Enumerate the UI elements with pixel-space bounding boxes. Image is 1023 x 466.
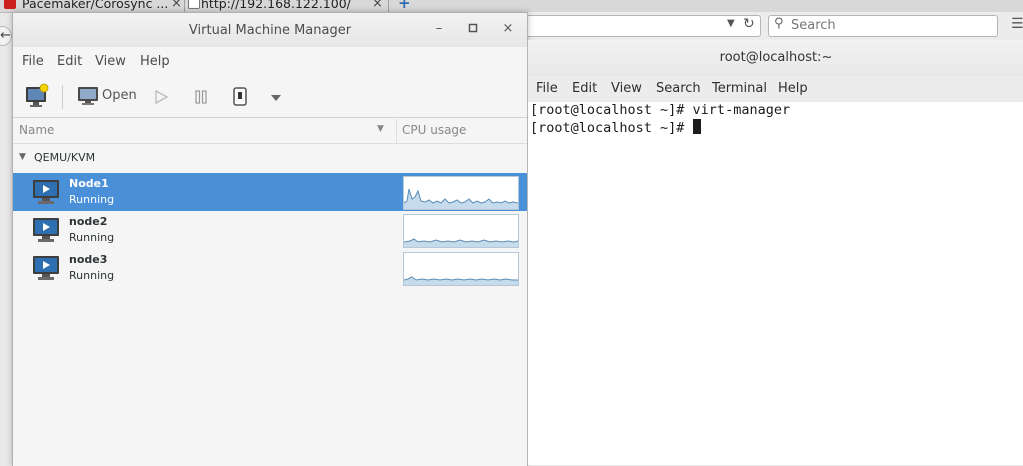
vmm-titlebar[interactable]: Virtual Machine Manager – × [13,13,527,47]
menu-file[interactable]: File [22,54,44,69]
search-placeholder: Search [791,18,836,33]
new-vm-button[interactable] [24,83,50,111]
menu-edit[interactable]: Edit [57,54,82,69]
vm-monitor-icon [33,218,59,242]
column-header-name[interactable]: Name [19,123,54,137]
terminal-menu-search[interactable]: Search [656,81,701,96]
tab-separator [388,0,389,12]
vm-row-node1[interactable]: Node1 Running [13,173,527,211]
browser-toolbar: ▼ ↻ ⚲ Search ☰ [527,12,1023,41]
menu-view[interactable]: View [95,54,126,69]
terminal-output[interactable]: [root@localhost ~]# virt-manager [root@l… [528,102,1023,465]
vmm-window: Virtual Machine Manager – × File Edit Vi… [12,12,528,466]
terminal-menu-help[interactable]: Help [778,81,808,96]
terminal-titlebar[interactable]: root@localhost:~ [528,40,1023,76]
new-vm-icon [26,83,49,107]
terminal-cursor [692,119,701,134]
vm-row-node2[interactable]: node2 Running [13,211,527,249]
chevron-down-icon [271,95,281,101]
open-button[interactable]: Open [75,83,141,111]
tab-favicon-icon [4,0,16,9]
vm-name: node2 [69,215,108,228]
cpu-usage-graph [403,214,519,248]
vm-monitor-icon [33,256,59,280]
vm-monitor-icon [33,180,59,204]
vm-list-header: Name ▼ CPU usage [13,119,527,144]
open-label: Open [102,88,137,103]
expander-triangle-icon[interactable]: ▼ [19,152,26,162]
terminal-window: root@localhost:~ File Edit View Search T… [527,40,1023,465]
run-button[interactable] [153,83,173,111]
new-tab-plus-icon[interactable]: + [398,0,412,11]
pause-button[interactable] [193,83,213,111]
pause-icon [195,90,207,104]
tab-page-icon [188,0,200,9]
vm-row-node3[interactable]: node3 Running [13,249,527,287]
terminal-menu-edit[interactable]: Edit [572,81,597,96]
reload-icon[interactable]: ↻ [743,16,755,32]
browser-tab-2-title[interactable]: http://192.168.122.100/ [201,0,351,12]
window-title: Virtual Machine Manager [188,23,352,38]
minimize-button[interactable]: – [431,21,447,37]
monitor-icon [78,87,98,105]
search-icon: ⚲ [774,16,784,31]
terminal-prompt-line: [root@localhost ~]# [530,119,701,136]
cpu-usage-graph [403,176,519,210]
vm-status: Running [69,231,115,244]
browser-search-input[interactable]: ⚲ Search [768,15,998,37]
vmm-toolbar: Open [13,77,527,118]
cpu-usage-graph [403,252,519,286]
maximize-button[interactable] [465,22,481,38]
menubar: File Edit View Help [13,51,527,73]
vm-name: node3 [69,253,108,266]
terminal-menu-terminal[interactable]: Terminal [712,81,767,96]
terminal-line: [root@localhost ~]# virt-manager [530,102,791,118]
terminal-menubar: File Edit View Search Terminal Help [528,76,1023,103]
sort-arrow-icon[interactable]: ▼ [377,124,384,134]
close-button[interactable]: × [500,21,516,37]
tab-close-icon[interactable]: × [372,0,383,12]
connection-label: QEMU/KVM [34,151,96,164]
tab-close-icon[interactable]: × [171,0,182,12]
menu-help[interactable]: Help [140,54,170,69]
play-icon [155,89,169,105]
terminal-menu-file[interactable]: File [536,81,558,96]
vm-name: Node1 [69,177,109,190]
column-divider[interactable] [396,119,397,143]
url-bar[interactable]: ▼ ↻ [527,15,761,37]
terminal-title: root@localhost:~ [719,50,833,65]
shutdown-menu-button[interactable] [270,83,284,111]
bookmark-icon[interactable]: ☰ [1011,16,1023,32]
chevron-down-icon[interactable]: ▼ [727,18,735,29]
toolbar-separator [62,85,63,109]
shutdown-icon [233,87,247,106]
terminal-line: [root@localhost ~]# [530,120,693,136]
column-header-cpu[interactable]: CPU usage [402,123,466,137]
vm-status: Running [69,193,115,206]
terminal-menu-view[interactable]: View [611,81,642,96]
shutdown-button[interactable] [231,83,253,111]
back-arrow-icon[interactable]: ← [0,26,12,46]
tab-separator [184,0,185,12]
browser-tab-1-title[interactable]: Pacemaker/Corosync ... [22,0,168,12]
connection-group-row[interactable]: ▼ QEMU/KVM [13,147,527,171]
vm-status: Running [69,269,115,282]
